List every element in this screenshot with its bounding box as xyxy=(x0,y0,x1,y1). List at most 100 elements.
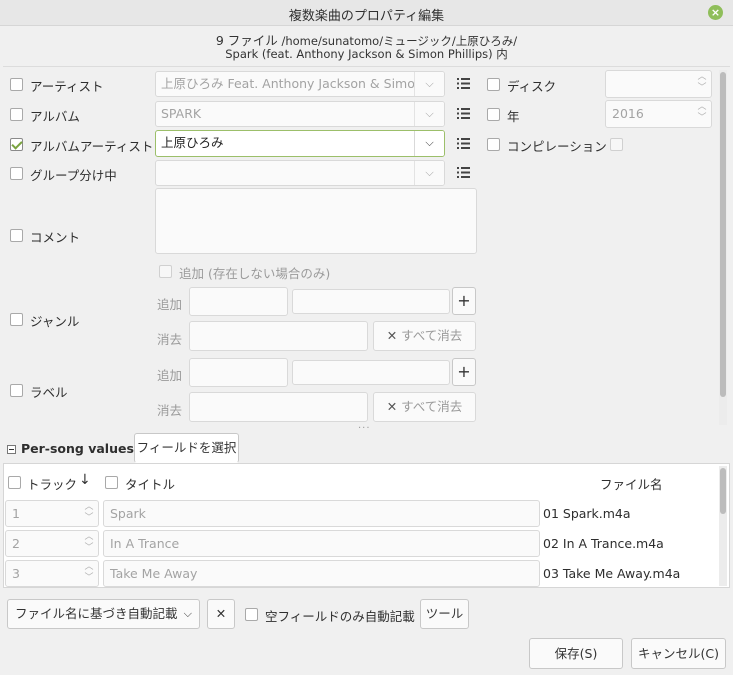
tools-button[interactable]: ツール xyxy=(420,599,469,629)
spin-arrows-icon[interactable]: ︿ ﹀ xyxy=(84,532,94,554)
genre-add-label: 追加 xyxy=(157,297,183,312)
filename-cell: 02 In A Trance.m4a xyxy=(543,536,664,551)
labels-label: ラベル xyxy=(30,385,68,400)
compilation-checkbox[interactable] xyxy=(487,138,500,151)
album-artist-combo[interactable]: 上原ひろみ ⌵ xyxy=(155,130,445,157)
chevron-down-icon[interactable]: ⌵ xyxy=(414,131,444,156)
x-icon: ✕ xyxy=(386,328,398,343)
chevron-down-icon[interactable]: ⌵ xyxy=(414,102,444,126)
year-label: 年 xyxy=(507,109,520,124)
window-title: 複数楽曲のプロパティ編集 xyxy=(288,9,445,24)
grouping-checkbox[interactable] xyxy=(10,167,23,180)
track-value: 3 xyxy=(12,566,20,581)
labels-remove-label: 消去 xyxy=(157,403,183,418)
spin-arrows-icon[interactable]: ︿ ﹀ xyxy=(84,502,94,524)
album-label: アルバム xyxy=(30,109,80,124)
autofill-label: ファイル名に基づき自動記載 xyxy=(15,606,178,621)
pane-splitter[interactable]: ··· xyxy=(358,423,371,434)
labels-add-input[interactable] xyxy=(189,358,288,387)
fields-scrollbar-thumb[interactable] xyxy=(720,72,726,397)
spin-arrows-icon[interactable]: ︿ ﹀ xyxy=(84,562,94,584)
album-artist-label: アルバムアーティスト xyxy=(30,139,154,154)
filename-header[interactable]: ファイル名 xyxy=(600,474,663,493)
plus-icon[interactable]: + xyxy=(452,287,476,315)
chevron-down-icon: ⌵ xyxy=(183,607,192,620)
year-value: 2016 xyxy=(612,106,644,121)
file-info-line2: Spark (feat. Anthony Jackson & Simon Phi… xyxy=(0,46,733,62)
list-icon[interactable] xyxy=(457,167,470,178)
year-checkbox[interactable] xyxy=(487,108,500,121)
genre-add-if-missing-checkbox[interactable] xyxy=(159,265,172,278)
album-artist-checkbox[interactable] xyxy=(10,138,23,151)
cancel-button[interactable]: キャンセル(C) xyxy=(631,638,726,669)
track-value: 1 xyxy=(12,506,20,521)
title-header[interactable]: タイトル xyxy=(125,474,175,493)
genre-clear-all-button[interactable]: ✕ すべて消去 xyxy=(373,321,476,351)
artist-value: 上原ひろみ Feat. Anthony Jackson & Simon xyxy=(161,76,423,91)
artist-label: アーティスト xyxy=(30,79,104,94)
grouping-label: グループ分け中 xyxy=(30,168,117,183)
year-spinbox[interactable]: 2016 ︿ ﹀ xyxy=(605,100,712,128)
artist-checkbox[interactable] xyxy=(10,78,23,91)
path-suffix: 内 xyxy=(496,47,508,61)
track-header[interactable]: トラック xyxy=(27,474,77,493)
disc-checkbox[interactable] xyxy=(487,78,500,91)
artist-combo[interactable]: 上原ひろみ Feat. Anthony Jackson & Simon ⌵ xyxy=(155,71,445,97)
x-icon: ✕ xyxy=(386,399,398,414)
comment-textarea[interactable] xyxy=(155,188,477,254)
track-spinbox[interactable]: 1 ︿ ﹀ xyxy=(5,500,99,527)
compilation-label: コンピレーション xyxy=(507,139,607,154)
labels-clear-all-label: すべて消去 xyxy=(401,399,463,414)
title-value: Spark xyxy=(110,506,146,521)
album-checkbox[interactable] xyxy=(10,108,23,121)
collapse-toggle[interactable] xyxy=(7,445,16,454)
title-input[interactable]: Spark xyxy=(103,500,540,527)
genre-remove-input[interactable] xyxy=(189,321,368,351)
list-icon[interactable] xyxy=(457,78,470,89)
album-combo[interactable]: SPARK ⌵ xyxy=(155,101,445,127)
track-spinbox[interactable]: 3 ︿ ﹀ xyxy=(5,560,99,587)
track-spinbox[interactable]: 2 ︿ ﹀ xyxy=(5,530,99,557)
x-icon[interactable]: ✕ xyxy=(207,599,235,629)
labels-add-combo[interactable] xyxy=(292,360,450,385)
grouping-combo[interactable]: ⌵ xyxy=(155,160,445,186)
labels-remove-input[interactable] xyxy=(189,392,368,422)
autofill-dropdown[interactable]: ファイル名に基づき自動記載 ⌵ xyxy=(7,599,200,629)
title-input[interactable]: In A Trance xyxy=(103,530,540,557)
genre-add-input[interactable] xyxy=(189,287,288,316)
close-icon[interactable]: × xyxy=(708,5,723,20)
comment-checkbox[interactable] xyxy=(10,229,23,242)
genre-add-combo[interactable] xyxy=(292,289,450,314)
table-scrollbar-thumb[interactable] xyxy=(720,468,726,514)
genre-checkbox[interactable] xyxy=(10,313,23,326)
title-value: In A Trance xyxy=(110,536,180,551)
list-icon[interactable] xyxy=(457,108,470,119)
compilation-value-checkbox[interactable] xyxy=(610,138,623,151)
labels-checkbox[interactable] xyxy=(10,384,23,397)
title-input[interactable]: Take Me Away xyxy=(103,560,540,587)
genre-add-if-missing-label: 追加 (存在しない場合のみ) xyxy=(179,266,331,281)
choose-fields-tab[interactable]: フィールドを選択 xyxy=(134,433,239,463)
genre-clear-all-label: すべて消去 xyxy=(401,328,463,343)
chevron-down-icon[interactable]: ⌵ xyxy=(414,72,444,96)
spin-arrows-icon[interactable]: ︿ ﹀ xyxy=(697,72,707,94)
track-header-checkbox[interactable] xyxy=(8,476,21,489)
album-artist-value[interactable]: 上原ひろみ xyxy=(161,135,224,150)
title-value: Take Me Away xyxy=(110,566,198,581)
plus-icon[interactable]: + xyxy=(452,358,476,386)
empty-only-checkbox[interactable] xyxy=(245,608,258,621)
title-header-checkbox[interactable] xyxy=(105,476,118,489)
album-value: SPARK xyxy=(161,106,202,121)
chevron-down-icon[interactable]: ⌵ xyxy=(414,161,444,185)
save-button[interactable]: 保存(S) xyxy=(529,638,623,669)
list-icon[interactable] xyxy=(457,138,470,149)
spin-arrows-icon[interactable]: ︿ ﹀ xyxy=(697,102,707,124)
disc-spinbox[interactable]: ︿ ﹀ xyxy=(605,70,712,98)
genre-remove-label: 消去 xyxy=(157,332,183,347)
labels-add-label: 追加 xyxy=(157,368,183,383)
filename-cell: 01 Spark.m4a xyxy=(543,506,631,521)
per-song-title: Per-song values xyxy=(21,441,134,456)
filename-cell: 03 Take Me Away.m4a xyxy=(543,566,681,581)
arrow-down-icon[interactable]: ↓ xyxy=(79,472,91,488)
labels-clear-all-button[interactable]: ✕ すべて消去 xyxy=(373,392,476,422)
